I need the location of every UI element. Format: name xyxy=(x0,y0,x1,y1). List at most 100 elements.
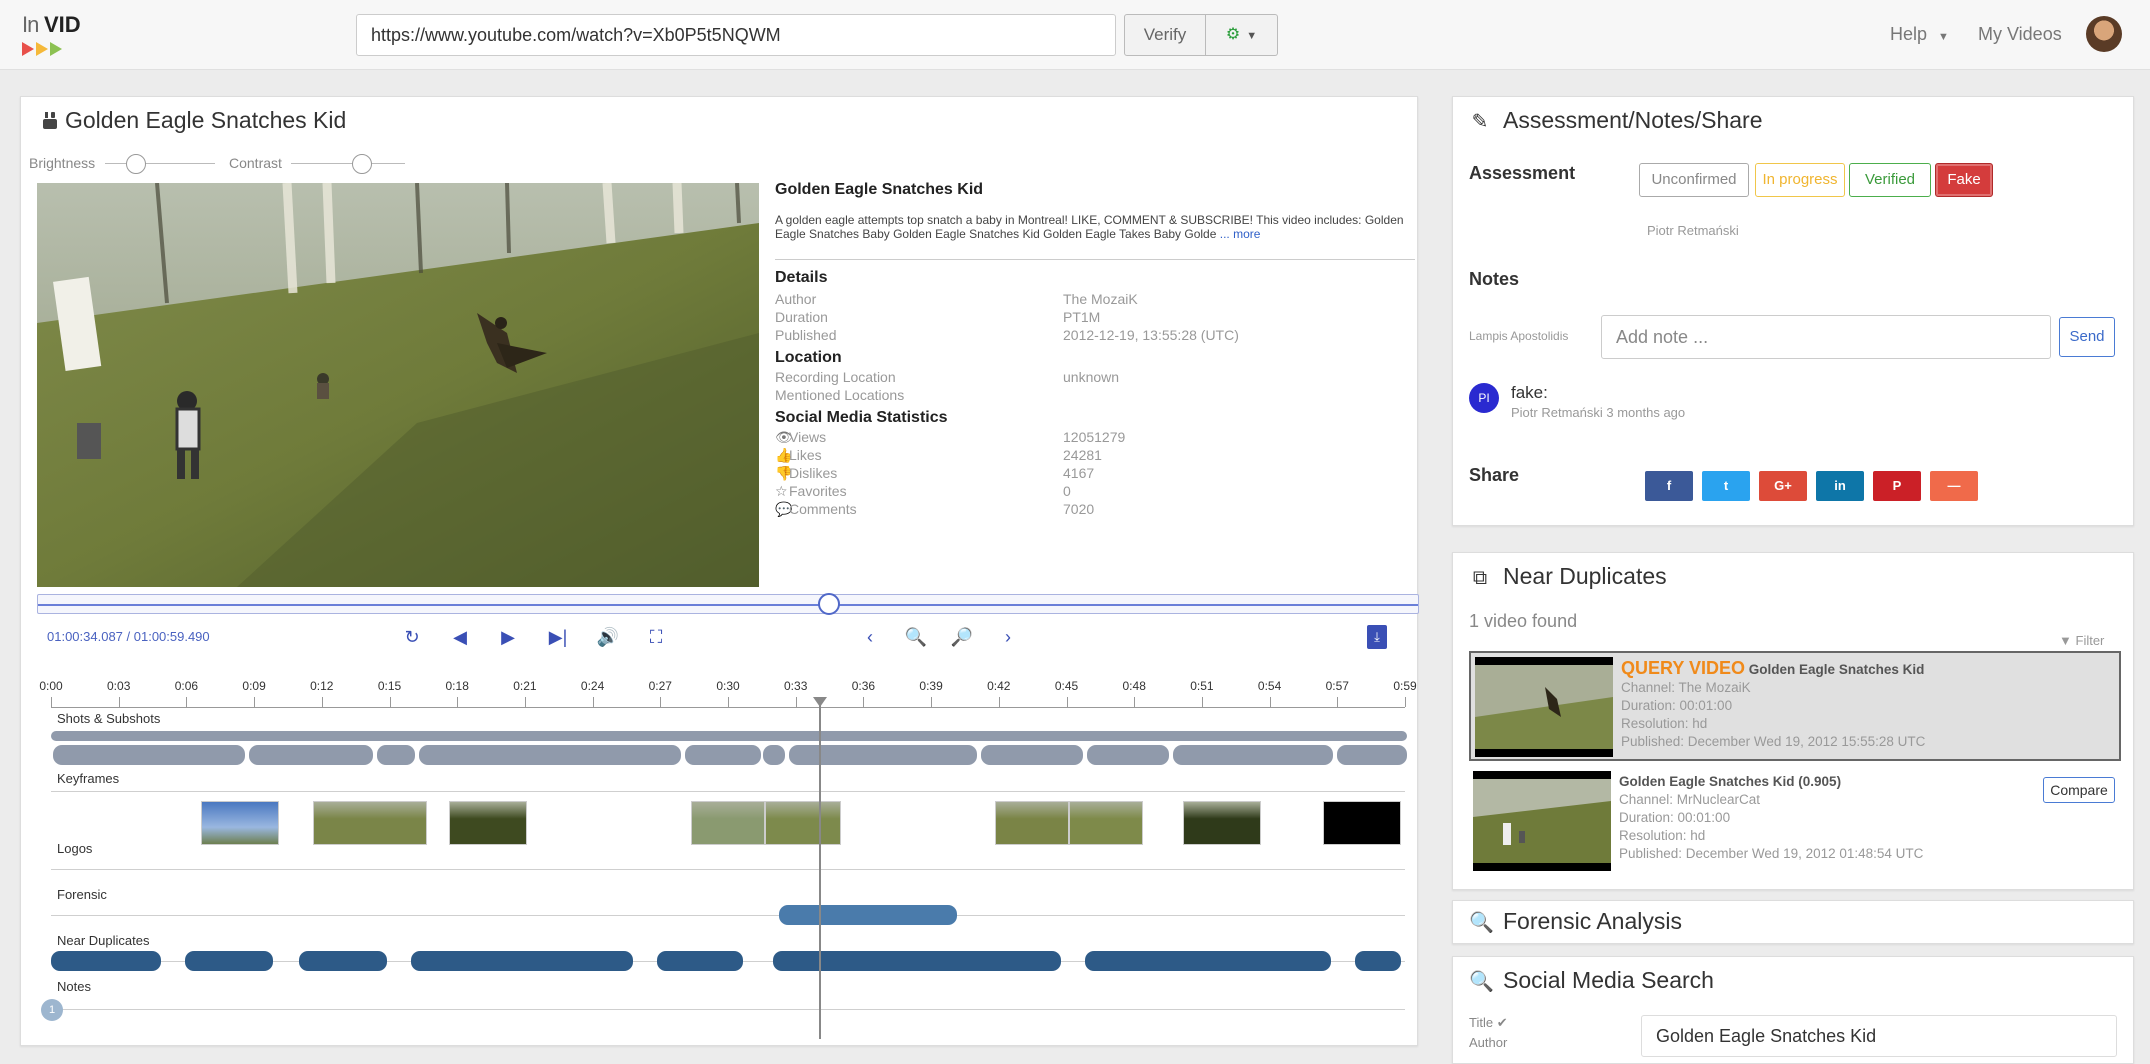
description-title: Golden Eagle Snatches Kid xyxy=(775,181,984,198)
description-more-link[interactable]: ... more xyxy=(1220,227,1261,241)
share-google-plus-button[interactable]: G+ xyxy=(1759,471,1807,501)
near-duplicates-panel: ⧉ Near Duplicates 1 video found ▼ Filter … xyxy=(1452,552,2134,890)
subshot-segment[interactable] xyxy=(981,745,1083,765)
near-duplicate-segment[interactable] xyxy=(657,951,743,971)
logo-triangle-green xyxy=(50,42,62,56)
near-duplicate-segment[interactable] xyxy=(1085,951,1331,971)
near-duplicate-resolution: Resolution: hd xyxy=(1619,828,1706,843)
keyframe-thumbnail[interactable] xyxy=(1183,801,1261,845)
keyframe-thumbnail[interactable] xyxy=(201,801,279,845)
author-checkbox-label[interactable]: Author xyxy=(1469,1035,1507,1050)
help-label: Help xyxy=(1890,24,1928,44)
url-input[interactable]: https://www.youtube.com/watch?v=Xb0P5t5N… xyxy=(356,14,1116,56)
near-duplicate-thumbnail xyxy=(1473,771,1611,871)
keyframe-thumbnail[interactable] xyxy=(449,801,527,845)
video-title-text: Golden Eagle Snatches Kid xyxy=(65,107,347,133)
subshot-segment[interactable] xyxy=(1173,745,1333,765)
share-more-button[interactable]: — xyxy=(1930,471,1978,501)
assessment-verified-button[interactable]: Verified xyxy=(1849,163,1931,197)
compare-button[interactable]: Compare xyxy=(2043,777,2115,803)
note-text: fake: xyxy=(1511,383,1548,402)
subshot-segment[interactable] xyxy=(763,745,785,765)
share-twitter-button[interactable]: t xyxy=(1702,471,1750,501)
verify-button[interactable]: Verify xyxy=(1124,14,1206,56)
settings-dropdown-button[interactable]: ⚙ ▼ xyxy=(1206,14,1278,56)
subshot-segment[interactable] xyxy=(53,745,245,765)
caret-down-icon: ▼ xyxy=(1938,31,1949,43)
near-duplicate-segment[interactable] xyxy=(773,951,1061,971)
video-player-frame[interactable] xyxy=(37,183,759,587)
query-video-row[interactable]: QUERY VIDEO Golden Eagle Snatches Kid Ch… xyxy=(1469,651,2121,761)
subshot-segment[interactable] xyxy=(1337,745,1407,765)
assessment-in-progress-button[interactable]: In progress xyxy=(1755,163,1845,197)
assessment-fake-button[interactable]: Fake xyxy=(1935,163,1993,197)
fullscreen-icon[interactable]: ⛶ xyxy=(643,625,669,649)
near-duplicate-segment[interactable] xyxy=(299,951,387,971)
keyframe-thumbnail[interactable] xyxy=(313,801,427,845)
step-forward-icon[interactable]: ▶| xyxy=(545,625,571,649)
chevron-left-icon[interactable]: ‹ xyxy=(857,625,883,649)
zoom-out-icon[interactable]: 🔍 xyxy=(903,625,929,649)
share-linkedin-button[interactable]: in xyxy=(1816,471,1864,501)
assessment-panel-title: ✎ Assessment/Notes/Share xyxy=(1469,107,1763,134)
replay-icon[interactable]: ↻ xyxy=(399,625,425,649)
description-text: A golden eagle attempts top snatch a bab… xyxy=(775,213,1415,241)
forensic-title-text: Forensic Analysis xyxy=(1503,908,1682,934)
contrast-slider[interactable] xyxy=(291,163,405,164)
note-marker[interactable]: 1 xyxy=(41,999,63,1021)
filter-button[interactable]: ▼ Filter xyxy=(2059,633,2104,648)
keyframe-thumbnail[interactable] xyxy=(1323,801,1401,845)
subshot-segment[interactable] xyxy=(419,745,681,765)
subshot-segment[interactable] xyxy=(685,745,761,765)
volume-icon[interactable]: 🔊 xyxy=(595,625,621,649)
shots-bar[interactable] xyxy=(51,731,1407,741)
track-label-forensic: Forensic xyxy=(57,887,107,902)
brightness-slider-handle[interactable] xyxy=(125,154,146,174)
chevron-right-icon[interactable]: › xyxy=(995,625,1021,649)
details-heading: Details xyxy=(775,269,828,286)
help-menu[interactable]: Help ▼ xyxy=(1890,24,1949,45)
share-facebook-button[interactable]: f xyxy=(1645,471,1693,501)
filter-icon: ▼ xyxy=(2059,633,2072,648)
stat-value: 24281 xyxy=(1063,447,1102,463)
social-search-title-text: Social Media Search xyxy=(1503,967,1714,993)
step-back-icon[interactable]: ◀ xyxy=(447,625,473,649)
keyframe-thumbnail[interactable] xyxy=(1069,801,1143,845)
video-progress-bar[interactable] xyxy=(37,594,1419,614)
timeline-tick-label: 0:48 xyxy=(1122,679,1146,693)
forensic-analysis-panel[interactable]: 🔍 Forensic Analysis xyxy=(1452,900,2134,944)
keyframe-thumbnail[interactable] xyxy=(765,801,841,845)
subshot-segment[interactable] xyxy=(249,745,373,765)
subshot-segment[interactable] xyxy=(377,745,415,765)
title-checkbox-label[interactable]: Title ✔ xyxy=(1469,1015,1508,1031)
near-duplicate-title: Golden Eagle Snatches Kid (0.905) xyxy=(1619,774,1842,789)
brightness-slider[interactable] xyxy=(105,163,215,164)
detail-value: 2012-12-19, 13:55:28 (UTC) xyxy=(1063,327,1239,343)
near-duplicate-segment[interactable] xyxy=(411,951,633,971)
note-input[interactable]: Add note ... xyxy=(1601,315,2051,359)
keyframe-thumbnail[interactable] xyxy=(691,801,765,845)
assessment-unconfirmed-button[interactable]: Unconfirmed xyxy=(1639,163,1749,197)
contrast-slider-handle[interactable] xyxy=(351,154,372,174)
user-avatar[interactable] xyxy=(2086,16,2122,52)
progress-handle[interactable] xyxy=(817,593,840,615)
share-pinterest-button[interactable]: P xyxy=(1873,471,1921,501)
near-duplicate-segment[interactable] xyxy=(51,951,161,971)
subshot-segment[interactable] xyxy=(1087,745,1169,765)
keyframe-thumbnail[interactable] xyxy=(995,801,1069,845)
invid-logo[interactable]: In VID xyxy=(22,12,92,56)
play-icon[interactable]: ▶ xyxy=(495,625,521,649)
social-search-input[interactable]: Golden Eagle Snatches Kid xyxy=(1641,1015,2117,1057)
export-icon[interactable]: ⤓ xyxy=(1367,625,1387,649)
subshot-segment[interactable] xyxy=(789,745,977,765)
near-duplicate-row[interactable]: Golden Eagle Snatches Kid (0.905) Channe… xyxy=(1469,767,2121,873)
send-note-button[interactable]: Send xyxy=(2059,317,2115,357)
query-video-info: QUERY VIDEO Golden Eagle Snatches Kid Ch… xyxy=(1621,659,1925,751)
zoom-in-icon[interactable]: 🔎 xyxy=(949,625,975,649)
my-videos-link[interactable]: My Videos xyxy=(1978,24,2062,45)
near-duplicate-segment[interactable] xyxy=(1355,951,1401,971)
thumbs-down-icon: 👎 xyxy=(775,465,793,481)
timeline-tick xyxy=(1201,697,1203,707)
near-duplicate-segment[interactable] xyxy=(185,951,273,971)
forensic-segment[interactable] xyxy=(779,905,957,925)
